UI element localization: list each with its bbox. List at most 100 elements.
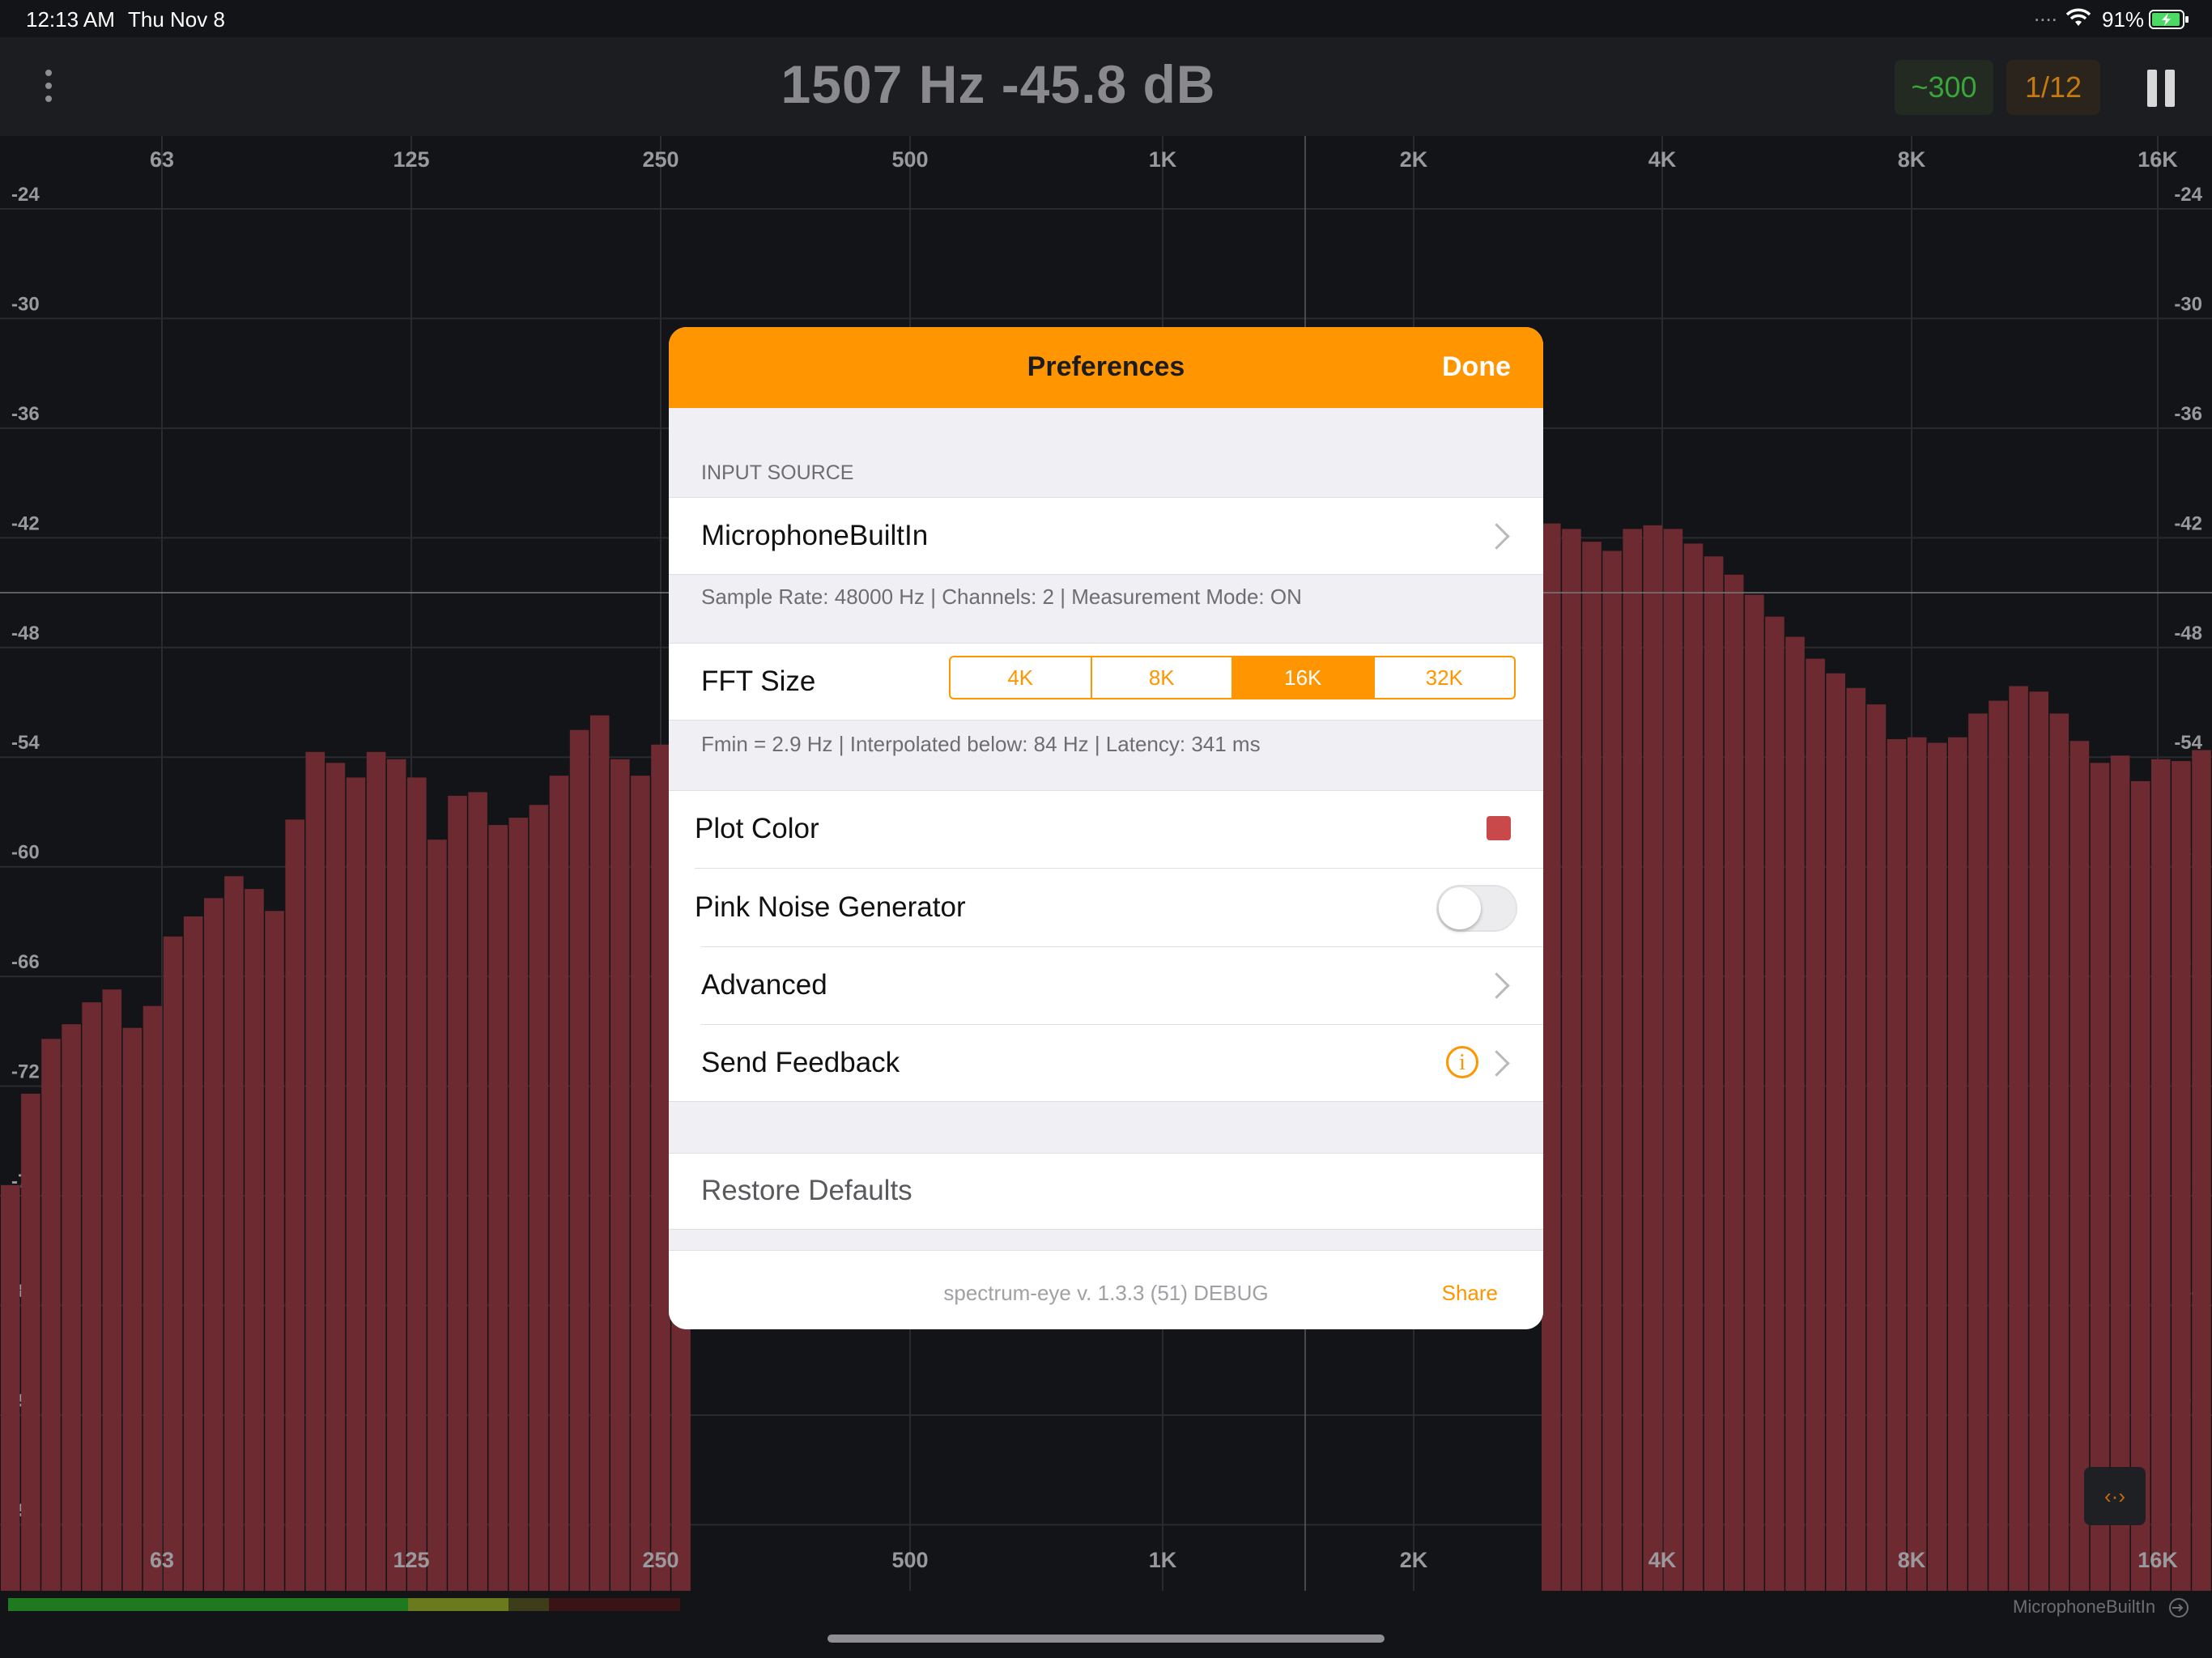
pink-noise-row: Pink Noise Generator bbox=[669, 869, 1543, 946]
spectrum-bar bbox=[1663, 529, 1683, 1591]
spectrum-bar bbox=[2110, 755, 2130, 1591]
send-feedback-row[interactable]: Send Feedback i bbox=[669, 1025, 1543, 1101]
version-label: spectrum-eye v. 1.3.3 (51) DEBUG bbox=[943, 1281, 1269, 1305]
chevron-right-icon bbox=[1483, 972, 1510, 999]
x-tick-label-top: 4K bbox=[1648, 147, 1677, 172]
x-tick-label-top: 1K bbox=[1149, 147, 1177, 172]
spectrum-bar bbox=[468, 792, 487, 1591]
spectrum-bar bbox=[1, 1184, 20, 1591]
fft-option-16k[interactable]: 16K bbox=[1233, 657, 1375, 698]
spectrum-bar bbox=[41, 1039, 61, 1591]
restore-defaults-row[interactable]: Restore Defaults bbox=[669, 1153, 1543, 1229]
spectrum-bar bbox=[2009, 686, 2028, 1591]
restore-defaults-label: Restore Defaults bbox=[701, 1175, 912, 1206]
bottom-source-label: MicrophoneBuiltIn bbox=[2013, 1596, 2156, 1617]
x-tick-label-top: 125 bbox=[393, 147, 429, 172]
fft-option-8k[interactable]: 8K bbox=[1092, 657, 1233, 698]
done-button[interactable]: Done bbox=[1442, 351, 1511, 383]
spectrum-bar bbox=[82, 1002, 101, 1591]
x-tick-label-top: 16K bbox=[2138, 147, 2178, 172]
code-icon[interactable]: ‹·› bbox=[2084, 1467, 2146, 1525]
input-info: Sample Rate: 48000 Hz | Channels: 2 | Me… bbox=[701, 585, 1302, 609]
plot-color-row[interactable]: Plot Color bbox=[669, 790, 1543, 868]
x-tick-label-bottom: 16K bbox=[2138, 1548, 2178, 1572]
spectrum-bar bbox=[610, 759, 630, 1591]
home-indicator[interactable] bbox=[827, 1635, 1385, 1643]
spectrum-bar bbox=[325, 763, 346, 1591]
spectrum-bar bbox=[1704, 556, 1724, 1591]
fft-size-row: FFT Size 4K 8K 16K 32K bbox=[669, 643, 1543, 721]
preferences-modal: Preferences Done INPUT SOURCE Microphone… bbox=[669, 327, 1543, 1329]
input-source-label: MicrophoneBuiltIn bbox=[701, 520, 929, 551]
pink-noise-switch[interactable] bbox=[1436, 885, 1517, 932]
spectrum-bar bbox=[549, 776, 569, 1591]
top-toolbar: 1507 Hz -45.8 dB ~300 1/12 bbox=[0, 37, 2212, 136]
x-tick-label-top: 500 bbox=[891, 147, 928, 172]
input-icon bbox=[2169, 1598, 2189, 1618]
fft-option-4k[interactable]: 4K bbox=[951, 657, 1092, 698]
x-tick-label-bottom: 4K bbox=[1648, 1548, 1677, 1572]
spectrum-bar bbox=[651, 744, 670, 1591]
x-tick-label-bottom: 1K bbox=[1149, 1548, 1177, 1572]
info-icon[interactable]: i bbox=[1446, 1046, 1478, 1078]
spectrum-bar bbox=[2029, 691, 2048, 1591]
octave-button[interactable]: 1/12 bbox=[2006, 60, 2100, 115]
y-tick-label-right: -48 bbox=[2174, 623, 2202, 644]
share-button[interactable]: Share bbox=[1442, 1281, 1498, 1306]
cell-signal-dots: .... bbox=[2034, 2, 2057, 26]
spectrum-bar bbox=[1866, 704, 1887, 1591]
spectrum-bar bbox=[122, 1027, 143, 1591]
advanced-row[interactable]: Advanced bbox=[669, 947, 1543, 1023]
spectrum-bar bbox=[1785, 636, 1805, 1591]
advanced-label: Advanced bbox=[701, 969, 827, 1001]
x-tick-label-top: 63 bbox=[150, 147, 174, 172]
y-tick-label-left: -42 bbox=[11, 512, 40, 534]
pink-noise-label: Pink Noise Generator bbox=[695, 891, 966, 923]
spectrum-bar bbox=[1927, 742, 1947, 1591]
bottom-input-source[interactable]: MicrophoneBuiltIn bbox=[2013, 1596, 2189, 1618]
averaging-button[interactable]: ~300 bbox=[1895, 60, 1993, 115]
spectrum-bar bbox=[1602, 551, 1622, 1591]
spectrum-bar bbox=[2172, 761, 2191, 1591]
fft-option-32k[interactable]: 32K bbox=[1375, 657, 1515, 698]
spectrum-bar bbox=[346, 777, 366, 1591]
spectrum-bar bbox=[245, 889, 264, 1591]
spectrum-bar bbox=[1745, 594, 1764, 1591]
send-feedback-label: Send Feedback bbox=[701, 1047, 900, 1078]
spectrum-bar bbox=[1562, 529, 1581, 1591]
spectrum-bar bbox=[448, 795, 467, 1591]
spectrum-bar bbox=[183, 916, 203, 1591]
spectrum-bar bbox=[265, 911, 284, 1591]
plot-color-label: Plot Color bbox=[695, 813, 819, 844]
x-tick-label-bottom: 125 bbox=[393, 1548, 429, 1572]
y-tick-label-right: -24 bbox=[2174, 184, 2202, 206]
spectrum-bar bbox=[1643, 525, 1663, 1591]
pause-icon[interactable] bbox=[2147, 70, 2176, 107]
y-tick-label-left: -48 bbox=[11, 623, 40, 644]
spectrum-bar bbox=[204, 898, 223, 1591]
modal-title: Preferences bbox=[1027, 351, 1185, 382]
input-source-row[interactable]: MicrophoneBuiltIn bbox=[669, 497, 1543, 575]
spectrum-bar bbox=[569, 729, 589, 1591]
fft-size-segmented-control[interactable]: 4K 8K 16K 32K bbox=[949, 656, 1516, 699]
y-tick-label-right: -36 bbox=[2174, 403, 2202, 425]
spectrum-bar bbox=[62, 1024, 81, 1591]
wifi-icon bbox=[2066, 8, 2091, 26]
fft-info: Fmin = 2.9 Hz | Interpolated below: 84 H… bbox=[701, 732, 1261, 756]
spectrum-bar bbox=[1907, 737, 1927, 1591]
spectrum-bar bbox=[2192, 750, 2211, 1591]
y-tick-label-left: -54 bbox=[11, 732, 40, 754]
spectrum-bar bbox=[366, 751, 386, 1591]
plot-color-swatch[interactable] bbox=[1487, 816, 1511, 840]
spectrum-bar bbox=[2069, 741, 2090, 1591]
y-tick-label-left: -60 bbox=[11, 842, 40, 864]
fft-size-label: FFT Size bbox=[701, 665, 816, 697]
x-tick-label-bottom: 250 bbox=[642, 1548, 678, 1572]
spectrum-bar bbox=[163, 936, 183, 1591]
spectrum-bar bbox=[1542, 523, 1561, 1591]
spectrum-bar bbox=[1989, 700, 2008, 1591]
spectrum-bar bbox=[631, 776, 650, 1591]
x-tick-label-top: 2K bbox=[1400, 147, 1428, 172]
spectrum-bar bbox=[305, 751, 325, 1591]
status-bar: 12:13 AM Thu Nov 8 .... 91% bbox=[0, 0, 2212, 37]
